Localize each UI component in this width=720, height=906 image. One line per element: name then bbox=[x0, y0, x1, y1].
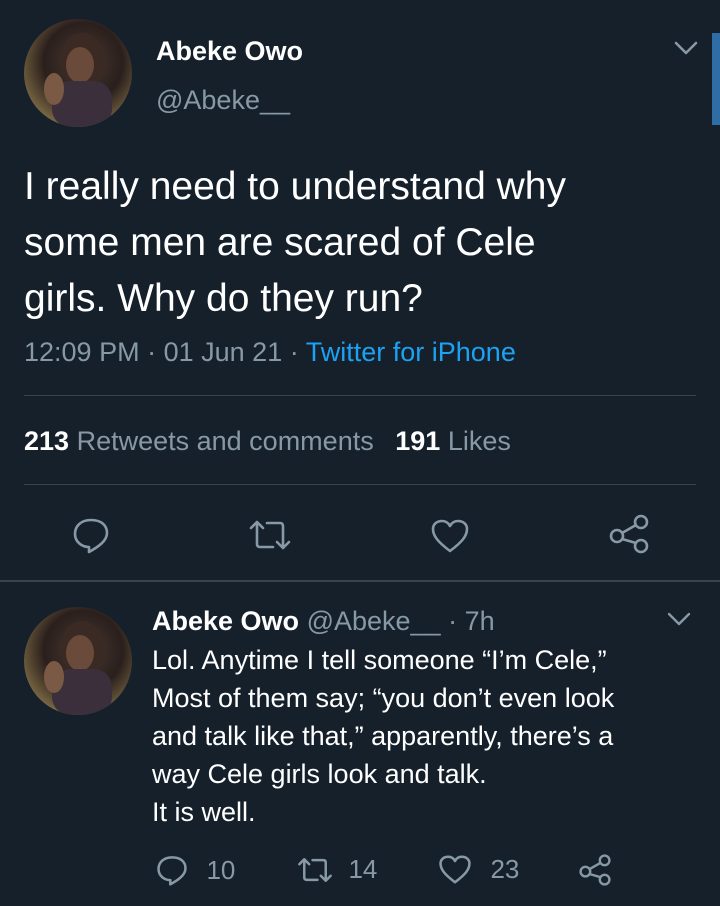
author-name[interactable]: Abeke Owo bbox=[156, 34, 303, 68]
reply-text: Lol. Anytime I tell someone “I’m Cele,” … bbox=[152, 641, 614, 831]
retweet-icon[interactable] bbox=[296, 855, 334, 885]
divider bbox=[0, 580, 720, 582]
heart-icon[interactable] bbox=[430, 518, 470, 554]
reply-header: Abeke Owo @Abeke__ · 7h bbox=[152, 604, 495, 638]
scrollbar[interactable] bbox=[712, 33, 720, 125]
tweet-source-link[interactable]: Twitter for iPhone bbox=[306, 337, 516, 367]
tweet-text-line: girls. Why do they run? bbox=[24, 277, 423, 320]
tweet-stats: 213 Retweets and comments 191 Likes bbox=[24, 423, 511, 459]
retweet-count: 14 bbox=[348, 854, 378, 884]
likes-label: Likes bbox=[447, 426, 511, 456]
heart-icon[interactable] bbox=[438, 854, 472, 885]
tweet-date: 01 Jun 21 bbox=[163, 337, 283, 367]
reply-count: 10 bbox=[206, 854, 236, 885]
reply-author-avatar[interactable] bbox=[24, 607, 132, 715]
reply-text-line: and talk like that,” apparently, there’s… bbox=[152, 721, 614, 751]
avatar-photo bbox=[44, 33, 112, 127]
meta-separator: · bbox=[147, 337, 157, 367]
chevron-down-icon[interactable] bbox=[672, 38, 700, 58]
tweet-text-line: some men are scared of Cele bbox=[24, 221, 536, 264]
reply-action-like[interactable]: 23 bbox=[438, 854, 519, 885]
reply-author-name[interactable]: Abeke Owo bbox=[152, 606, 299, 636]
reply-text-line: way Cele girls look and talk. bbox=[152, 759, 487, 789]
share-icon[interactable] bbox=[578, 854, 612, 886]
reply-action-retweet[interactable]: 14 bbox=[296, 854, 377, 885]
likes-count: 191 bbox=[395, 426, 441, 456]
share-icon[interactable] bbox=[608, 514, 650, 554]
meta-separator: · bbox=[448, 606, 458, 636]
divider bbox=[24, 484, 696, 485]
avatar-photo bbox=[44, 621, 112, 715]
retweets-count: 213 bbox=[24, 426, 70, 456]
reply-text-line: It is well. bbox=[152, 797, 256, 827]
tweet-text: I really need to understand why some men… bbox=[24, 159, 566, 327]
meta-separator: · bbox=[289, 337, 299, 367]
reply-action-reply[interactable]: 10 bbox=[156, 854, 235, 886]
author-handle[interactable]: @Abeke__ bbox=[156, 83, 290, 117]
likes-stat[interactable]: 191 Likes bbox=[395, 426, 511, 456]
reply-icon[interactable] bbox=[156, 854, 188, 886]
retweets-stat[interactable]: 213 Retweets and comments bbox=[24, 426, 381, 456]
reply-text-line: Most of them say; “you don’t even look bbox=[152, 683, 615, 713]
retweet-icon[interactable] bbox=[247, 518, 293, 552]
tweet-time: 12:09 PM bbox=[24, 337, 140, 367]
retweets-label: Retweets and comments bbox=[76, 426, 374, 456]
reply-icon[interactable] bbox=[72, 516, 110, 554]
like-count: 23 bbox=[490, 854, 520, 884]
tweet-meta: 12:09 PM · 01 Jun 21 · Twitter for iPhon… bbox=[24, 334, 516, 370]
tweet-text-line: I really need to understand why bbox=[24, 165, 567, 208]
reply-author-handle[interactable]: @Abeke__ bbox=[307, 606, 441, 636]
divider bbox=[24, 395, 696, 396]
reply-text-line: Lol. Anytime I tell someone “I’m Cele,” bbox=[152, 645, 607, 675]
chevron-down-icon[interactable] bbox=[666, 610, 692, 628]
reply-age[interactable]: 7h bbox=[465, 606, 495, 636]
author-avatar[interactable] bbox=[24, 19, 132, 127]
